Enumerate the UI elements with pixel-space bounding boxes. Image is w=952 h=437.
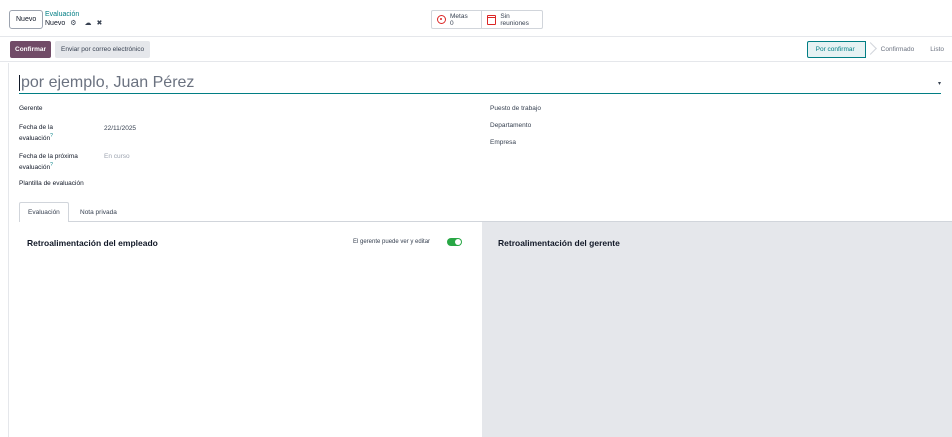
breadcrumb-parent-link[interactable]: Evaluación [45, 11, 102, 19]
target-icon [437, 15, 446, 24]
manager-feedback-panel[interactable]: Retroalimentación del gerente [482, 222, 952, 437]
next-evaluation-label-line1: Fecha de la próxima [19, 153, 78, 160]
stage-chevron-icon [866, 41, 873, 58]
meetings-smart-button[interactable]: Sin reuniones [482, 10, 543, 29]
stage-pipeline: Por confirmar Confirmado Listo [806, 41, 952, 58]
confirm-button[interactable]: Confirmar [10, 41, 52, 58]
employee-feedback-panel[interactable]: Retroalimentación del empleado El gerent… [9, 222, 482, 437]
evaluation-date-label: Fecha de la evaluación? [19, 123, 53, 143]
evaluation-date-value[interactable]: 22/11/2025 [104, 124, 136, 133]
save-cloud-icon[interactable]: ☁ [85, 20, 92, 28]
evaluation-date-label-line2: evaluación [19, 135, 51, 143]
next-evaluation-label: Fecha de la próxima evaluación? [19, 152, 78, 172]
chevron-down-icon[interactable]: ▾ [938, 80, 941, 87]
company-label: Empresa [490, 139, 517, 146]
gear-icon[interactable]: ⚙ [70, 20, 76, 28]
tab-private-note[interactable]: Nota privada [71, 202, 126, 222]
next-evaluation-label-line2: evaluación [19, 164, 51, 172]
stage-to-confirm[interactable]: Por confirmar [806, 41, 866, 58]
next-evaluation-value[interactable]: En curso [104, 152, 130, 161]
help-icon[interactable]: ? [50, 162, 53, 168]
form-sheet: por ejemplo, Juan Pérez ▾ Gerente Fecha … [8, 63, 952, 437]
department-label: Departamento [490, 122, 532, 129]
control-panel: Nuevo Evaluación Nuevo ⚙ ☁ ✖ Metas 0 Sin… [0, 0, 952, 37]
template-label: Plantilla de evaluación [19, 180, 84, 187]
calendar-icon [487, 14, 497, 25]
manager-can-edit-label: El gerente puede ver y editar [353, 239, 431, 245]
job-position-label: Puesto de trabajo [490, 105, 541, 112]
manager-feedback-title: Retroalimentación del gerente [498, 238, 620, 248]
goals-smart-button[interactable]: Metas 0 [431, 10, 482, 29]
employee-feedback-title: Retroalimentación del empleado [27, 238, 158, 248]
discard-icon[interactable]: ✖ [97, 20, 103, 28]
help-icon[interactable]: ? [50, 133, 53, 139]
send-email-button[interactable]: Enviar por correo electrónico [55, 41, 151, 58]
employee-name-placeholder[interactable]: por ejemplo, Juan Pérez [21, 73, 194, 93]
meetings-label: Sin reuniones [500, 12, 529, 27]
status-bar: Confirmar Enviar por correo electrónico … [0, 38, 952, 62]
breadcrumb: Evaluación Nuevo ⚙ ☁ ✖ [45, 11, 102, 28]
notebook-tabs: Evaluación Nota privada [19, 202, 952, 223]
goals-label: Metas [450, 12, 468, 20]
text-caret [19, 75, 20, 91]
manager-label: Gerente [19, 105, 43, 112]
stage-confirmed[interactable]: Confirmado [873, 41, 923, 58]
employee-name-field[interactable]: por ejemplo, Juan Pérez ▾ [19, 72, 941, 94]
evaluation-date-label-line1: Fecha de la [19, 124, 53, 131]
goals-count: 0 [450, 19, 454, 27]
stage-done[interactable]: Listo [922, 41, 952, 58]
new-button[interactable]: Nuevo [9, 10, 44, 29]
breadcrumb-current: Nuevo [45, 20, 66, 27]
manager-can-edit-toggle[interactable] [447, 238, 462, 246]
tab-evaluation[interactable]: Evaluación [19, 202, 69, 223]
